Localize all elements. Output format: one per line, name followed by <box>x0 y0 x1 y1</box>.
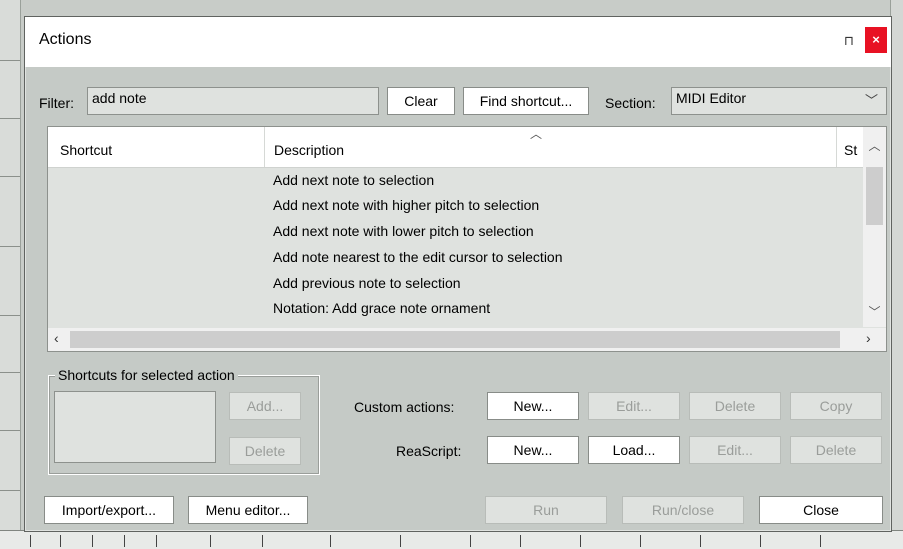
background-track-panel <box>0 0 21 548</box>
reascript-new-button[interactable]: New... <box>487 436 579 464</box>
delete-shortcut-button[interactable]: Delete <box>229 437 301 465</box>
chevron-down-icon: ﹀ <box>864 93 878 108</box>
find-shortcut-button[interactable]: Find shortcut... <box>463 87 589 115</box>
background-ruler <box>0 530 903 549</box>
shortcuts-group-title: Shortcuts for selected action <box>55 367 238 383</box>
import-export-button[interactable]: Import/export... <box>44 496 174 524</box>
column-header-description[interactable]: Description <box>274 142 344 158</box>
list-item[interactable]: Add note nearest to the edit cursor to s… <box>273 249 563 265</box>
column-header-state[interactable]: St <box>844 142 860 158</box>
scroll-right-icon[interactable]: › <box>866 330 871 346</box>
list-item[interactable]: Add next note to selection <box>273 172 434 188</box>
custom-action-new-button[interactable]: New... <box>487 392 579 420</box>
custom-action-copy-button[interactable]: Copy <box>790 392 882 420</box>
close-button[interactable]: Close <box>759 496 883 524</box>
clear-button[interactable]: Clear <box>387 87 455 115</box>
scroll-left-icon[interactable]: ‹ <box>54 330 59 346</box>
run-button[interactable]: Run <box>485 496 607 524</box>
custom-actions-label: Custom actions: <box>354 399 455 415</box>
title-bar: Actions ⊓ × <box>25 17 891 67</box>
menu-editor-button[interactable]: Menu editor... <box>188 496 308 524</box>
horizontal-scrollbar[interactable]: ‹ › <box>48 328 886 351</box>
close-icon[interactable]: × <box>865 27 887 53</box>
list-item[interactable]: Add next note with higher pitch to selec… <box>273 197 539 213</box>
filter-input[interactable]: add note <box>87 87 379 115</box>
scroll-up-icon[interactable]: ︿ <box>863 137 886 154</box>
filter-label: Filter: <box>39 95 74 111</box>
pin-icon[interactable]: ⊓ <box>840 33 858 51</box>
section-label: Section: <box>605 95 656 111</box>
shortcut-list[interactable] <box>54 391 216 463</box>
list-item[interactable]: Notation: Add grace note ornament <box>273 300 490 316</box>
reascript-edit-button[interactable]: Edit... <box>689 436 781 464</box>
list-item[interactable]: Add next note with lower pitch to select… <box>273 223 534 239</box>
section-select[interactable]: MIDI Editor ﹀ <box>671 87 887 115</box>
sort-caret-icon: ︿ <box>530 127 543 141</box>
list-header: Shortcut ︿ Description St <box>48 127 864 168</box>
reascript-load-button[interactable]: Load... <box>588 436 680 464</box>
reascript-delete-button[interactable]: Delete <box>790 436 882 464</box>
custom-action-edit-button[interactable]: Edit... <box>588 392 680 420</box>
actions-list[interactable]: Shortcut ︿ Description St Add next note … <box>47 126 887 352</box>
scroll-down-icon[interactable]: ﹀ <box>863 303 886 320</box>
vertical-scrollbar[interactable]: ︿ ﹀ <box>863 127 886 327</box>
column-header-shortcut[interactable]: Shortcut <box>60 142 112 158</box>
run-close-button[interactable]: Run/close <box>622 496 744 524</box>
actions-dialog: Actions ⊓ × Filter: add note Clear Find … <box>24 16 892 532</box>
window-title: Actions <box>39 31 92 48</box>
custom-action-delete-button[interactable]: Delete <box>689 392 781 420</box>
list-item[interactable]: Add previous note to selection <box>273 275 461 291</box>
add-shortcut-button[interactable]: Add... <box>229 392 301 420</box>
section-value: MIDI Editor <box>676 90 747 106</box>
reascript-label: ReaScript: <box>396 443 462 459</box>
